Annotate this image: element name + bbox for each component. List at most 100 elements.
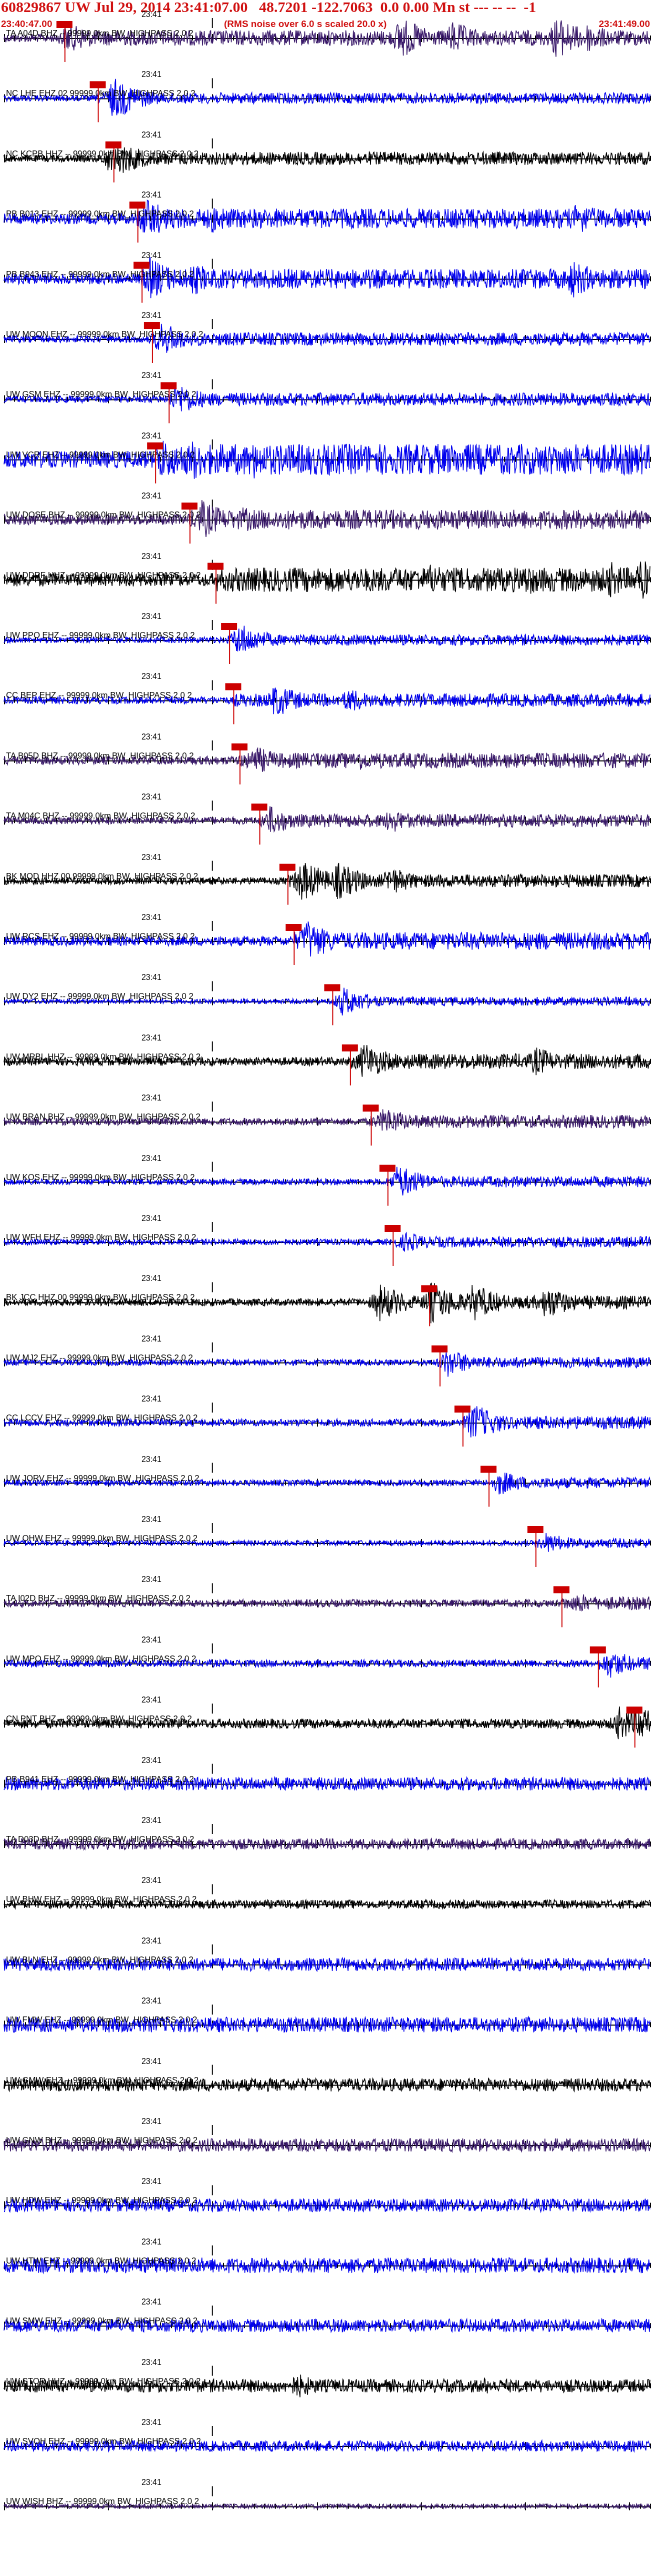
station-label: NC LHE EHZ 02 99999.0km BW_HIGHPASS 2.0 … (6, 88, 196, 98)
time-tick-label: 23:41 (141, 672, 162, 681)
time-tick-label: 23:41 (141, 2478, 162, 2487)
trace-1: 23:41 NC LHE EHZ 02 99999.0km BW_HIGHPASS… (3, 70, 651, 123)
time-tick-label: 23:41 (141, 311, 162, 320)
trace-27: 23:41 UW MPO EHZ -- 99999.0km BW_HIGHPASS… (3, 1635, 651, 1688)
trace-23: 23:41 CC LCCV EHZ -- 99999.0km BW_HIGHPAS… (3, 1395, 651, 1447)
trace-15: 23:41 UW RCS EHZ -- 99999.0km BW_HIGHPASS… (3, 913, 651, 965)
station-label: UW SMW EHZ -- 99999.0km BW_HIGHPASS 2.0 … (6, 2316, 198, 2326)
station-label: UW STOR HHZ -- 99999.0km BW_HIGHPASS 2.0… (6, 2376, 201, 2386)
seismogram-plot: 23:41 TA A04D BHZ -- 99999.0km BW_HIGHPAS… (3, 10, 651, 2511)
trace-33: 23:41 UW FMW EHZ -- 99999.0km BW_HIGHPASS… (3, 1997, 651, 2033)
trace-16: 23:41 UW DY2 EHZ -- 99999.0km BW_HIGHPASS… (3, 973, 651, 1026)
time-tick-label: 23:41 (141, 1033, 162, 1042)
time-tick-label: 23:41 (141, 2237, 162, 2246)
station-label: UW DOSE BHZ -- 99999.0km BW_HIGHPASS 2.0… (6, 510, 201, 520)
trace-22: 23:41 UW MJ2 EHZ -- 99999.0km BW_HIGHPASS… (3, 1334, 651, 1387)
station-label: PB B943 EHZ -- 99999.0km BW_HIGHPASS 2.0… (6, 269, 194, 279)
station-label: UW MPO EHZ -- 99999.0km BW_HIGHPASS 2.0 … (6, 1653, 197, 1663)
waveform-trace (3, 440, 651, 479)
station-label: UW DDRF HHZ -- 99999.0km BW_HIGHPASS 2.0… (6, 570, 201, 580)
trace-29: 23:41 PB B941 EHZ -- 99999.0km BW_HIGHPAS… (3, 1756, 651, 1792)
station-label: TA D03D BHZ -- 99999.0km BW_HIGHPASS 2.0… (6, 1834, 195, 1844)
trace-3: 23:41 PB B013 EHZ -- 99999.0km BW_HIGHPAS… (3, 191, 651, 243)
station-label: TA B05D BHZ -- 99999.0km BW_HIGHPASS 2.0… (6, 750, 194, 760)
station-label: CC BEP EHZ -- 99999.0km BW_HIGHPASS 2.0 … (6, 690, 192, 700)
station-label: UW OHW EHZ -- 99999.0km BW_HIGHPASS 2.0 … (6, 1533, 198, 1543)
trace-20: 23:41 UW WFH EHZ -- 99999.0km BW_HIGHPASS… (3, 1214, 651, 1266)
trace-21: 23:41 BK JCC HHZ 00 99999.0km BW_HIGHPASS… (3, 1274, 651, 1327)
station-label: NC KCPB HHZ -- 99999.0km BW_HIGHPASS 2.0… (6, 148, 199, 158)
trace-19: 23:41 UW KOS EHZ -- 99999.0km BW_HIGHPASS… (3, 1154, 651, 1206)
time-tick-label: 23:41 (141, 1334, 162, 1343)
trace-37: 23:41 UW HTW EHZ -- 99999.0km BW_HIGHPASS… (3, 2237, 651, 2275)
trace-4: 23:41 PB B943 EHZ -- 99999.0km BW_HIGHPAS… (3, 251, 651, 303)
trace-34: 23:41 UW GMW EHZ -- 99999.0km BW_HIGHPASS… (3, 2057, 651, 2093)
time-tick-label: 23:41 (141, 1635, 162, 1644)
time-tick-label: 23:41 (141, 2117, 162, 2126)
trace-13: 23:41 TA M04C BHZ -- 99999.0km BW_HIGHPAS… (3, 793, 651, 845)
station-label: TA M04C BHZ -- 99999.0km BW_HIGHPASS 2.0… (6, 811, 195, 821)
station-label: PB B013 EHZ -- 99999.0km BW_HIGHPASS 2.0… (6, 209, 194, 219)
trace-30: 23:41 TA D03D BHZ -- 99999.0km BW_HIGHPAS… (3, 1816, 651, 1851)
time-tick-label: 23:41 (141, 1936, 162, 1945)
time-tick-label: 23:41 (141, 1214, 162, 1223)
time-tick-label: 23:41 (141, 732, 162, 741)
station-label: TA I02D BHZ -- 99999.0km BW_HIGHPASS 2.0… (6, 1593, 191, 1603)
station-label: UW WFH EHZ -- 99999.0km BW_HIGHPASS 2.0 … (6, 1232, 197, 1242)
station-label: UW GMW EHZ -- 99999.0km BW_HIGHPASS 2.0 … (6, 2075, 199, 2085)
station-label: BK MOD HHZ 00 99999.0km BW_HIGHPASS 2.0 … (6, 871, 198, 881)
trace-5: 23:41 UW MOON EHZ -- 99999.0km BW_HIGHPAS… (3, 311, 651, 363)
time-tick-label: 23:41 (141, 1696, 162, 1705)
trace-10: 23:41 UW PPO EHZ -- 99999.0km BW_HIGHPASS… (3, 612, 651, 664)
station-label: UW BRAN BHZ -- 99999.0km BW_HIGHPASS 2.0… (6, 1112, 201, 1122)
trace-28: 23:41 CN PNT BHZ -- 99999.0km BW_HIGHPASS… (3, 1696, 651, 1748)
trace-18: 23:41 UW BRAN BHZ -- 99999.0km BW_HIGHPAS… (3, 1094, 651, 1146)
trace-32: 23:41 UW BLN EHZ -- 99999.0km BW_HIGHPASS… (3, 1936, 651, 1973)
time-tick-label: 23:41 (141, 612, 162, 621)
seismogram-page: 60829867 UW Jul 29, 2014 23:41:07.00 48.… (0, 0, 652, 2558)
time-tick-label: 23:41 (141, 1395, 162, 1404)
station-label: UW PPO EHZ -- 99999.0km BW_HIGHPASS 2.0 … (6, 630, 195, 640)
time-tick-label: 23:41 (141, 251, 162, 260)
station-label: UW GNW BHZ -- 99999.0km BW_HIGHPASS 2.0 … (6, 2135, 198, 2145)
time-tick-label: 23:41 (141, 70, 162, 79)
station-label: TA A04D BHZ -- 99999.0km BW_HIGHPASS 2.0… (6, 28, 194, 38)
station-label: UW KOS EHZ -- 99999.0km BW_HIGHPASS 2.0 … (6, 1172, 195, 1182)
time-tick-label: 23:41 (141, 10, 162, 19)
time-tick-label: 23:41 (141, 1756, 162, 1765)
station-label: BK JCC HHZ 00 99999.0km BW_HIGHPASS 2.0 … (6, 1292, 195, 1302)
time-tick-label: 23:41 (141, 1515, 162, 1524)
trace-39: 23:41 UW STOR HHZ -- 99999.0km BW_HIGHPAS… (3, 2358, 651, 2398)
trace-38: 23:41 UW SMW EHZ -- 99999.0km BW_HIGHPASS… (3, 2298, 651, 2334)
station-label: UW BLN EHZ -- 99999.0km BW_HIGHPASS 2.0 … (6, 1954, 194, 1964)
trace-40: 23:41 UW SVOH EHZ -- 99999.0km BW_HIGHPAS… (3, 2418, 651, 2453)
station-label: UW HTW EHZ -- 99999.0km BW_HIGHPASS 2.0 … (6, 2255, 197, 2265)
station-label: UW GSM EHZ -- 99999.0km BW_HIGHPASS 2.0 … (6, 389, 197, 399)
time-tick-label: 23:41 (141, 1094, 162, 1103)
station-label: PB B941 EHZ -- 99999.0km BW_HIGHPASS 2.0… (6, 1774, 194, 1784)
time-tick-label: 23:41 (141, 793, 162, 802)
time-tick-label: 23:41 (141, 1816, 162, 1825)
trace-35: 23:41 UW GNW BHZ -- 99999.0km BW_HIGHPASS… (3, 2117, 651, 2154)
trace-24: 23:41 UW JORV EHZ -- 99999.0km BW_HIGHPAS… (3, 1455, 651, 1507)
station-label: UW SVOH EHZ -- 99999.0km BW_HIGHPASS 2.0… (6, 2436, 201, 2446)
time-tick-label: 23:41 (141, 1876, 162, 1885)
station-label: UW RCS EHZ -- 99999.0km BW_HIGHPASS 2.0 … (6, 931, 195, 941)
time-tick-label: 23:41 (141, 913, 162, 922)
time-tick-label: 23:41 (141, 2057, 162, 2066)
time-tick-label: 23:41 (141, 1154, 162, 1163)
time-tick-label: 23:41 (141, 431, 162, 440)
station-label: CN PNT BHZ -- 99999.0km BW_HIGHPASS 2.0 … (6, 1714, 192, 1724)
trace-36: 23:41 UW HDW EHZ -- 99999.0km BW_HIGHPASS… (3, 2177, 651, 2214)
time-tick-label: 23:41 (141, 1997, 162, 2006)
trace-11: 23:41 CC BEP EHZ -- 99999.0km BW_HIGHPASS… (3, 672, 651, 725)
trace-31: 23:41 UW BHW EHZ -- 99999.0km BW_HIGHPASS… (3, 1876, 651, 1910)
trace-41: 23:41 UW WISH BHZ -- 99999.0km BW_HIGHPAS… (3, 2478, 651, 2511)
time-tick-label: 23:41 (141, 973, 162, 982)
station-label: UW WISH BHZ -- 99999.0km BW_HIGHPASS 2.0… (6, 2496, 199, 2506)
time-tick-label: 23:41 (141, 130, 162, 139)
station-label: UW JORV EHZ -- 99999.0km BW_HIGHPASS 2.0… (6, 1473, 200, 1483)
time-tick-label: 23:41 (141, 1455, 162, 1464)
trace-7: 23:41 UW VCR EHZ -- 99999.0km BW_HIGHPASS… (3, 431, 651, 484)
time-tick-label: 23:41 (141, 191, 162, 200)
